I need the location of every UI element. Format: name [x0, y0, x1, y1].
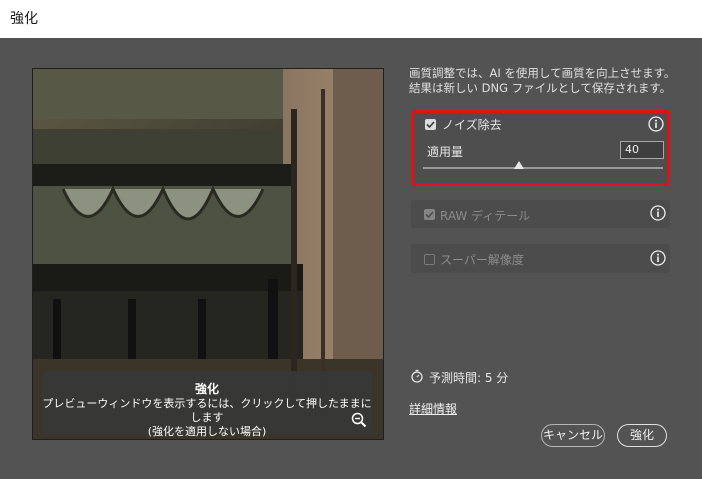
checkmark-icon: [425, 211, 434, 219]
raw-detail-panel: RAW ディテール: [411, 200, 670, 228]
super-resolution-label: スーパー解像度: [440, 253, 524, 267]
preview-image[interactable]: 強化 プレビューウィンドウを表示するには、クリックして押したままにします (強化…: [32, 68, 384, 440]
tooltip-line-2: (強化を適用しない場合): [147, 425, 267, 438]
info-icon[interactable]: [648, 116, 664, 132]
raw-detail-checkbox[interactable]: [424, 209, 435, 220]
estimated-time: 予測時間: 5 分: [429, 371, 509, 385]
zoom-out-icon[interactable]: [351, 412, 367, 428]
tooltip-title: 強化: [194, 382, 219, 396]
info-icon[interactable]: [650, 250, 666, 266]
info-icon[interactable]: [650, 205, 666, 221]
description-text: 画質調整では、AI を使用して画質を向上させます。結果は新しい DNG ファイル…: [409, 66, 676, 95]
amount-input[interactable]: 40: [620, 141, 664, 159]
amount-slider-thumb[interactable]: [514, 161, 524, 169]
checkmark-icon: [426, 121, 435, 129]
enhance-button[interactable]: 強化: [617, 424, 667, 447]
more-details-link[interactable]: 詳細情報: [409, 400, 457, 417]
tooltip-line-1: プレビューウィンドウを表示するには、クリックして押したままにします: [42, 397, 372, 424]
raw-detail-label: RAW ディテール: [440, 209, 531, 223]
cancel-button[interactable]: キャンセル: [541, 424, 605, 447]
stopwatch-icon: [411, 369, 423, 383]
noise-reduction-panel: ノイズ除去 適用量 40: [411, 110, 670, 186]
amount-label: 適用量: [427, 145, 464, 159]
noise-reduction-checkbox[interactable]: [425, 119, 436, 130]
super-resolution-checkbox[interactable]: [424, 254, 435, 265]
amount-slider-track[interactable]: [423, 167, 663, 169]
preview-tooltip: 強化 プレビューウィンドウを表示するには、クリックして押したままにします (強化…: [42, 371, 372, 438]
super-resolution-panel: スーパー解像度: [411, 244, 670, 273]
noise-reduction-label: ノイズ除去: [442, 118, 502, 132]
dialog-title: 強化: [0, 0, 702, 38]
